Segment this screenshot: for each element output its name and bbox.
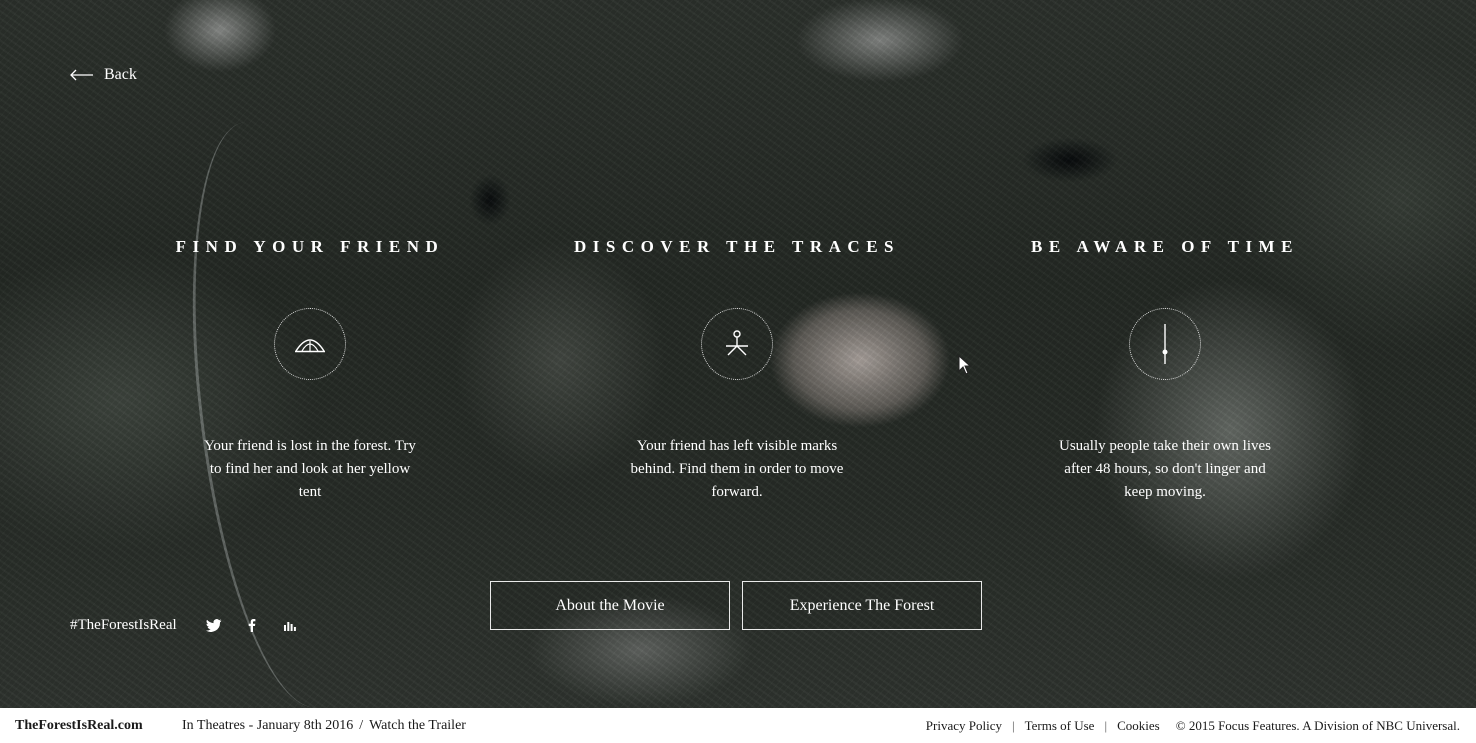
back-link[interactable]: Back — [70, 66, 137, 84]
arrow-left-icon — [70, 69, 93, 81]
column-discover-traces: DISCOVER THE TRACES Your friend has left… — [557, 236, 917, 504]
separator: / — [359, 717, 364, 733]
column-title: FIND YOUR FRIEND — [175, 237, 445, 256]
about-movie-button[interactable]: About the Movie — [490, 581, 730, 630]
traces-icon[interactable] — [701, 308, 773, 380]
page: Back FIND YOUR FRIEND Your friend is los… — [0, 0, 1476, 743]
copyright: © 2015 Focus Features. A Division of NBC… — [1175, 717, 1460, 733]
mouse-cursor-icon — [958, 355, 972, 375]
column-description: Your friend has left visible marks behin… — [630, 438, 844, 500]
social-bar: #TheForestIsReal — [70, 616, 319, 634]
column-title: DISCOVER THE TRACES — [574, 237, 900, 256]
release-date: In Theatres - January 8th 2016 — [182, 717, 354, 733]
hashtag[interactable]: #TheForestIsReal — [70, 617, 177, 634]
watch-trailer-link[interactable]: Watch the Trailer — [369, 718, 466, 733]
release-info: In Theatres - January 8th 2016 / Watch the… — [182, 718, 466, 734]
column-description: Usually people take their own lives afte… — [1058, 438, 1272, 500]
column-title: BE AWARE OF TIME — [1031, 237, 1299, 256]
twitter-icon[interactable] — [205, 616, 223, 634]
time-icon[interactable] — [1129, 308, 1201, 380]
footer-links: Privacy Policy | Terms of Use | Cookies … — [926, 718, 1460, 734]
privacy-policy-link[interactable]: Privacy Policy — [926, 718, 1002, 734]
divider: | — [1011, 717, 1015, 733]
terms-of-use-link[interactable]: Terms of Use — [1025, 718, 1095, 734]
tent-icon[interactable] — [274, 308, 346, 380]
back-label: Back — [104, 66, 137, 83]
experience-forest-button[interactable]: Experience The Forest — [742, 581, 982, 630]
facebook-icon[interactable] — [243, 616, 261, 634]
stats-icon[interactable] — [281, 616, 299, 634]
column-find-friend: FIND YOUR FRIEND Your friend is lost in … — [130, 236, 490, 504]
cookies-link[interactable]: Cookies — [1117, 718, 1160, 734]
column-aware-of-time: BE AWARE OF TIME Usually people take the… — [985, 236, 1345, 504]
footer: TheForestIsReal.com In Theatres - Januar… — [0, 708, 1476, 743]
site-name-link[interactable]: TheForestIsReal.com — [15, 718, 143, 734]
column-description: Your friend is lost in the forest. Try t… — [204, 438, 416, 500]
divider: | — [1104, 717, 1108, 733]
